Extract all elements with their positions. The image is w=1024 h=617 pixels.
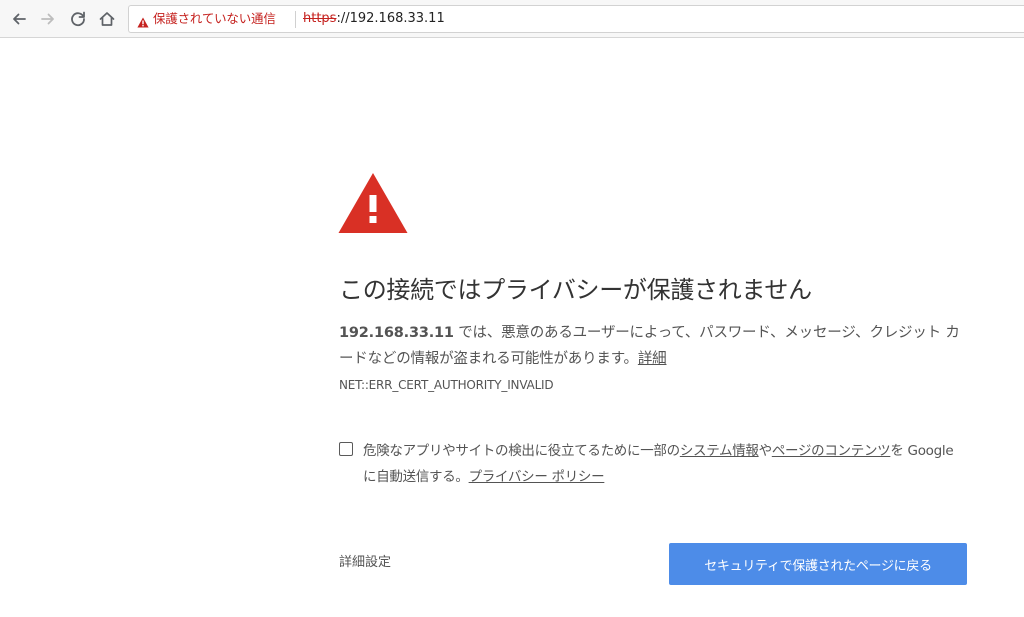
- back-to-safety-button[interactable]: セキュリティで保護されたページに戻る: [669, 543, 967, 585]
- browser-toolbar: 保護されていない通信 https://192.168.33.11: [0, 0, 1024, 38]
- privacy-policy-link[interactable]: プライバシー ポリシー: [469, 469, 605, 485]
- back-arrow-icon[interactable]: [8, 8, 30, 30]
- report-optin-text: 危険なアプリやサイトの検出に役立てるために一部のシステム情報やページのコンテンツ…: [363, 438, 963, 490]
- warning-triangle-icon: [338, 172, 408, 238]
- page-title: この接続ではプライバシーが保護されません: [339, 276, 812, 304]
- error-code: NET::ERR_CERT_AUTHORITY_INVALID: [339, 378, 554, 392]
- explanation-text: 192.168.33.11 では、悪意のあるユーザーによって、パスワード、メッセ…: [339, 320, 971, 372]
- host-name: 192.168.33.11: [339, 325, 454, 341]
- advanced-button[interactable]: 詳細設定: [339, 554, 391, 572]
- address-bar[interactable]: 保護されていない通信 https://192.168.33.11: [128, 5, 1024, 33]
- home-icon[interactable]: [96, 8, 118, 30]
- url-host: ://192.168.33.11: [336, 11, 445, 26]
- security-status-label[interactable]: 保護されていない通信: [153, 11, 276, 27]
- optin-text-mid: や: [758, 443, 773, 459]
- system-info-link[interactable]: システム情報: [680, 443, 759, 459]
- forward-arrow-icon[interactable]: [37, 8, 59, 30]
- page-content-link[interactable]: ページのコンテンツ: [772, 443, 891, 459]
- url-scheme: https: [303, 11, 337, 26]
- url-text[interactable]: https://192.168.33.11: [303, 11, 445, 27]
- omnibox-divider: [295, 11, 296, 28]
- details-inline-link[interactable]: 詳細: [638, 351, 667, 367]
- reload-icon[interactable]: [67, 8, 89, 30]
- report-checkbox[interactable]: [339, 442, 353, 456]
- warning-icon[interactable]: [137, 13, 149, 32]
- optin-text-before: 危険なアプリやサイトの検出に役立てるために一部の: [363, 443, 680, 459]
